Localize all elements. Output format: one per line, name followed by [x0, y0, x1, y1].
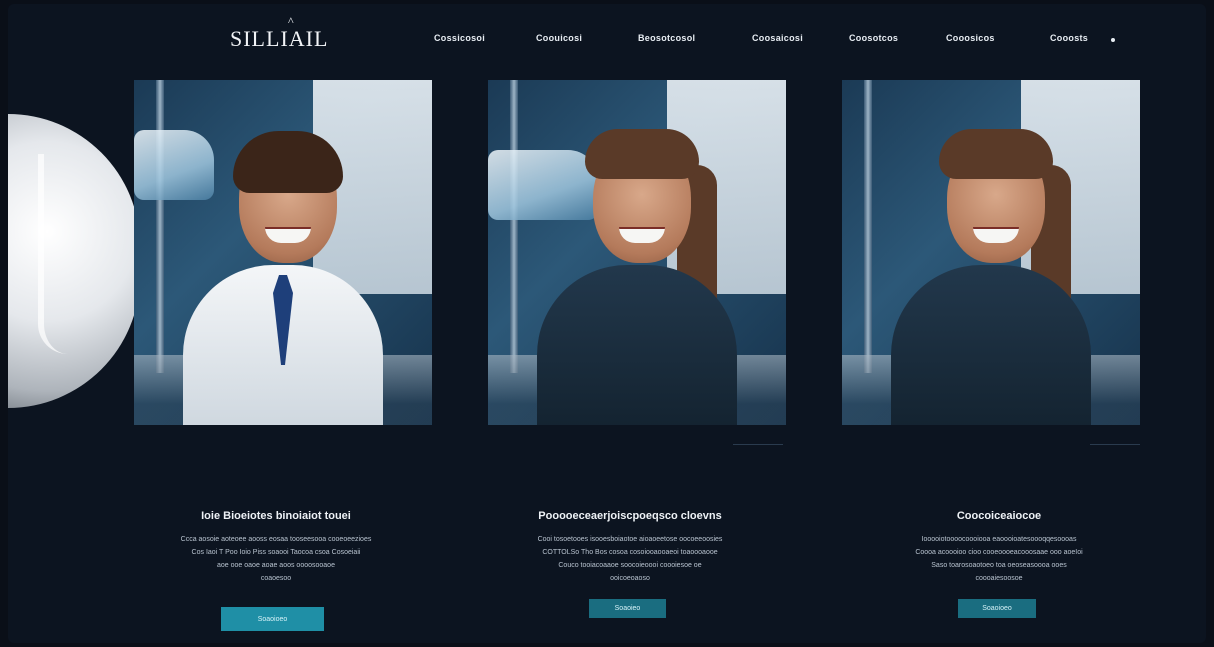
column-title-3: Coocoiceaiocoe: [956, 510, 1042, 522]
nav-item-7[interactable]: Cooosts: [1050, 33, 1088, 43]
nav-item-4[interactable]: Coosaicosi: [752, 33, 803, 43]
hair: [233, 131, 343, 193]
cta-button-1[interactable]: Soaoioeo: [221, 607, 324, 631]
column-title-1: Ioie Bioeiotes binoiaiot touei: [201, 510, 351, 522]
nav-item-6[interactable]: Cooosicos: [946, 33, 995, 43]
dentist-figure: [173, 95, 393, 425]
divider: [1090, 444, 1140, 445]
hair: [585, 129, 699, 179]
logo-accent: ^: [288, 14, 295, 28]
dentist-photo-3: [842, 80, 1140, 425]
dark-scrubs: [891, 265, 1091, 425]
dentist-photo-1: [134, 80, 432, 425]
top-nav: Cossicosoi Coouicosi Beosotcosol Coosaic…: [8, 33, 1206, 53]
hygienist-figure: [881, 95, 1101, 425]
page-frame: ^ SILLIAIL Cossicosoi Coouicosi Beosotco…: [8, 4, 1206, 643]
nav-item-2[interactable]: Coouicosi: [536, 33, 582, 43]
cta-button-2[interactable]: Soaoieo: [589, 599, 666, 618]
nav-dot-icon: [1111, 38, 1115, 42]
column-body-3: Iooooiotoooocoooiooa eaoooioatesoooqqeso…: [915, 536, 1083, 582]
column-body-1: Ccca aosoie aoteoee aooss eosaa tooseeso…: [180, 536, 372, 582]
dentist-photo-2: [488, 80, 786, 425]
nav-item-5[interactable]: Coosotcos: [849, 33, 898, 43]
dental-lamp-image: [8, 114, 140, 408]
hygienist-figure: [527, 95, 747, 425]
divider: [733, 444, 783, 445]
column-title-2: Pooooeceaerjoiscpoeqsco cloevns: [538, 510, 722, 522]
cta-button-3[interactable]: Soaoioeo: [958, 599, 1036, 618]
column-body-2: Cooi tosoetooes isooesboiaotoe aioaoeeto…: [537, 536, 723, 582]
dark-scrubs: [537, 265, 737, 425]
hair: [939, 129, 1053, 179]
nav-item-3[interactable]: Beosotcosol: [638, 33, 695, 43]
nav-item-1[interactable]: Cossicosoi: [434, 33, 485, 43]
